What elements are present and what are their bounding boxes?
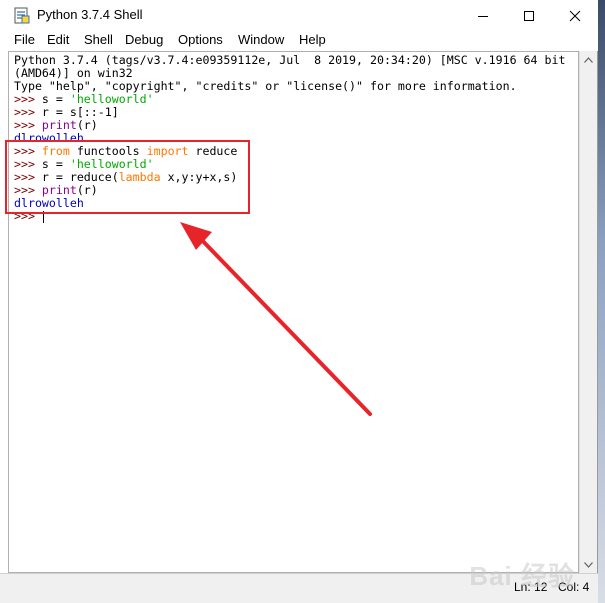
code-text: r = s[::-1] [41, 105, 119, 119]
menu-shell[interactable]: Shell [84, 32, 113, 47]
menu-file[interactable]: File [14, 32, 35, 47]
annotation-highlight-box [5, 140, 250, 214]
code-text: (r) [76, 118, 98, 132]
menu-window[interactable]: Window [238, 32, 284, 47]
menu-bar: File Edit Shell Debug Options Window Hel… [0, 31, 598, 51]
vertical-scrollbar[interactable] [579, 51, 597, 573]
code-text: s = [41, 92, 70, 106]
menu-edit[interactable]: Edit [47, 32, 69, 47]
prompt: >>> [14, 105, 42, 119]
close-icon [569, 10, 581, 21]
menu-help[interactable]: Help [299, 32, 326, 47]
shell-text-area[interactable]: Python 3.7.4 (tags/v3.7.4:e09359112e, Ju… [8, 51, 579, 573]
close-button[interactable] [552, 0, 598, 31]
maximize-icon [524, 10, 534, 21]
minimize-icon [478, 15, 488, 17]
prompt: >>> [14, 118, 42, 132]
string-literal: 'helloworld' [69, 92, 154, 106]
menu-debug[interactable]: Debug [125, 32, 163, 47]
watermark-logo: Bai 经验 [469, 561, 575, 591]
python-idle-icon [14, 7, 30, 24]
builtin-keyword: print [41, 118, 77, 132]
title-bar[interactable]: Python 3.7.4 Shell [0, 0, 598, 31]
menu-options[interactable]: Options [178, 32, 223, 47]
scroll-up-button[interactable] [580, 51, 597, 68]
window-title: Python 3.7.4 Shell [37, 7, 143, 22]
minimize-button[interactable] [460, 0, 506, 31]
scroll-down-button[interactable] [580, 556, 597, 573]
maximize-button[interactable] [506, 0, 552, 31]
idle-shell-window: Python 3.7.4 Shell File Edit Shell Debug… [0, 0, 598, 603]
chevron-up-icon [584, 56, 593, 63]
chevron-down-icon [584, 561, 593, 568]
prompt: >>> [14, 92, 42, 106]
